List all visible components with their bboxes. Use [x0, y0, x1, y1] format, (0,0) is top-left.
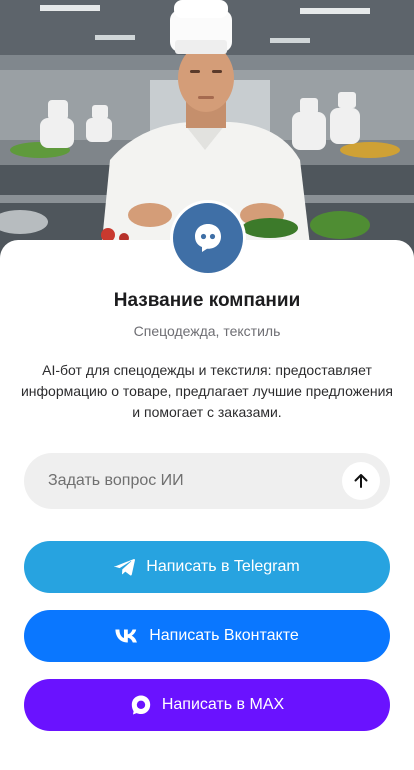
telegram-button[interactable]: Написать в Telegram [24, 541, 390, 593]
company-category: Спецодежда, текстиль [133, 323, 281, 339]
telegram-button-label: Написать в Telegram [146, 558, 300, 575]
ask-ai-field [24, 453, 390, 509]
max-icon [131, 695, 151, 715]
company-avatar [170, 200, 246, 276]
vk-icon [115, 629, 138, 643]
vk-button[interactable]: Написать Вконтакте [24, 610, 390, 662]
max-button-label: Написать в MAX [161, 696, 285, 713]
ask-ai-input[interactable] [48, 472, 328, 490]
chat-bot-icon [195, 224, 221, 252]
max-button[interactable]: Написать в MAX [24, 679, 390, 731]
vk-button-label: Написать Вконтакте [149, 627, 299, 644]
company-description: AI-бот для спецодежды и текстиля: предос… [20, 362, 394, 420]
company-name: Название компании [113, 290, 301, 311]
telegram-icon [114, 559, 136, 576]
arrow-up-icon [354, 474, 368, 488]
send-button[interactable] [342, 462, 380, 500]
